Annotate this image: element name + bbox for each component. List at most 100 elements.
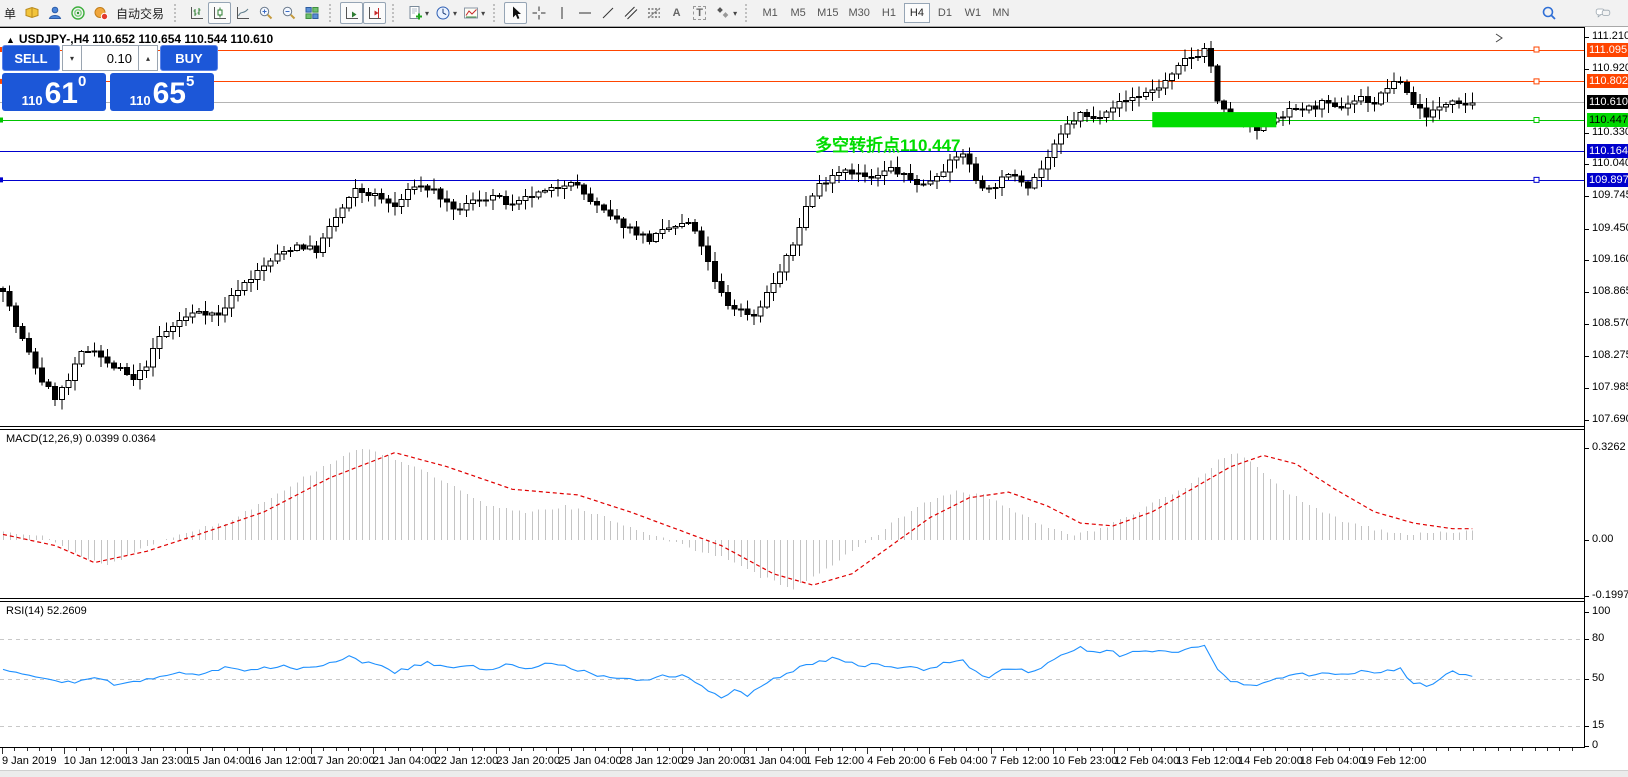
line-handle[interactable] bbox=[1534, 177, 1539, 182]
autotrading-icon[interactable] bbox=[89, 2, 112, 24]
timeframe-m15[interactable]: M15 bbox=[813, 3, 842, 23]
axis-tick-label: 110.040 bbox=[1592, 157, 1628, 170]
buy-button[interactable]: BUY bbox=[160, 45, 218, 71]
trendline-icon[interactable] bbox=[596, 2, 619, 24]
chart-shift-icon[interactable] bbox=[363, 2, 386, 24]
new-order-button[interactable]: 单 bbox=[4, 5, 16, 22]
price-tag[interactable]: 110.802 bbox=[1587, 74, 1628, 88]
axis-tick-dash bbox=[1585, 133, 1589, 134]
candlestick-icon[interactable] bbox=[208, 2, 231, 24]
mt4-window: 单 自动交易 ▾ ▾ ▾ bbox=[0, 0, 1628, 776]
rsi-line bbox=[3, 645, 1472, 698]
zoom-in-icon[interactable] bbox=[254, 2, 277, 24]
zoom-out-icon[interactable] bbox=[277, 2, 300, 24]
user-icon[interactable] bbox=[43, 2, 66, 24]
volume-input[interactable] bbox=[82, 45, 138, 71]
vertical-line-icon[interactable] bbox=[550, 2, 573, 24]
price-tag[interactable]: 110.610 bbox=[1587, 95, 1628, 109]
price-tag[interactable]: 110.164 bbox=[1587, 144, 1628, 158]
sell-price-box[interactable]: 110610 bbox=[2, 73, 106, 111]
axis-tick-label: 109.160 bbox=[1592, 253, 1628, 266]
bar-chart-icon[interactable] bbox=[185, 2, 208, 24]
axis-tick-label: 108.865 bbox=[1592, 285, 1628, 298]
period-clock-icon[interactable] bbox=[431, 2, 454, 24]
time-axis-label: 18 Feb 04:00 bbox=[1300, 755, 1365, 767]
rsi-chart[interactable] bbox=[0, 602, 1584, 747]
timeframe-d1[interactable]: D1 bbox=[932, 3, 958, 23]
buy-price-box[interactable]: 110655 bbox=[110, 73, 214, 111]
level-lines bbox=[0, 51, 1584, 181]
time-axis-label: 21 Jan 04:00 bbox=[373, 755, 437, 767]
toolbar-separator bbox=[745, 4, 752, 22]
timeframe-w1[interactable]: W1 bbox=[960, 3, 986, 23]
candlestick-chart[interactable] bbox=[0, 28, 1584, 426]
scroll-to-end-marker[interactable] bbox=[1494, 33, 1504, 43]
dropdown-caret-icon[interactable]: ▾ bbox=[453, 9, 457, 18]
chat-icon[interactable] bbox=[1588, 2, 1618, 24]
text-label-icon[interactable]: T bbox=[688, 2, 711, 24]
line-handle[interactable] bbox=[1534, 47, 1539, 52]
price-axis[interactable]: 111.210110.920110.330110.040109.745109.4… bbox=[1584, 27, 1628, 748]
time-axis-label: 22 Jan 12:00 bbox=[435, 755, 499, 767]
signal-icon[interactable] bbox=[66, 2, 89, 24]
autotrading-button[interactable]: 自动交易 bbox=[116, 5, 164, 22]
channel-icon[interactable] bbox=[619, 2, 642, 24]
volume-increase-button[interactable]: ▴ bbox=[138, 45, 158, 71]
macd-pane: MACD(12,26,9) 0.0399 0.0364 bbox=[0, 429, 1585, 599]
axis-tick-label: 0.00 bbox=[1592, 533, 1613, 546]
time-axis-label: 28 Jan 12:00 bbox=[620, 755, 684, 767]
text-icon[interactable]: A bbox=[665, 2, 688, 24]
fibonacci-icon[interactable] bbox=[642, 2, 665, 24]
timeframe-m30[interactable]: M30 bbox=[845, 3, 874, 23]
axis-tick-label: 80 bbox=[1592, 632, 1604, 645]
toolbar-group-chart-type bbox=[185, 0, 323, 26]
timeframe-m5[interactable]: M5 bbox=[785, 3, 811, 23]
price-pane: ▲USDJPY-,H4 110.652 110.654 110.544 110.… bbox=[0, 27, 1585, 427]
crosshair-icon[interactable] bbox=[527, 2, 550, 24]
line-handle[interactable] bbox=[1534, 118, 1539, 123]
line-handle[interactable] bbox=[1534, 79, 1539, 84]
axis-tick-dash bbox=[1585, 196, 1589, 197]
timeframe-m1[interactable]: M1 bbox=[757, 3, 783, 23]
time-axis-label: 25 Jan 04:00 bbox=[558, 755, 622, 767]
dropdown-caret-icon[interactable]: ▾ bbox=[733, 9, 737, 18]
sell-button[interactable]: SELL bbox=[2, 45, 60, 71]
price-tag[interactable]: 111.095 bbox=[1587, 43, 1628, 57]
time-axis-label: 1 Feb 12:00 bbox=[805, 755, 864, 767]
add-indicator-icon[interactable] bbox=[403, 2, 426, 24]
axis-tick-dash bbox=[1585, 746, 1589, 747]
axis-tick-dash bbox=[1585, 420, 1589, 421]
dropdown-caret-icon[interactable]: ▾ bbox=[481, 9, 485, 18]
timeframe-h4[interactable]: H4 bbox=[904, 3, 930, 23]
time-axis-label: 16 Jan 12:00 bbox=[249, 755, 313, 767]
macd-chart[interactable] bbox=[0, 430, 1584, 598]
toolbar-group-drawing: A T ▾ bbox=[504, 0, 739, 26]
price-tag[interactable]: 110.447 bbox=[1587, 113, 1628, 127]
arrows-icon[interactable] bbox=[711, 2, 734, 24]
time-axis[interactable]: 9 Jan 201910 Jan 12:0013 Jan 23:0015 Jan… bbox=[0, 748, 1628, 770]
template-icon[interactable] bbox=[459, 2, 482, 24]
cursor-icon[interactable] bbox=[504, 2, 527, 24]
buy-price-prefix: 110 bbox=[130, 93, 151, 108]
line-chart-icon[interactable] bbox=[231, 2, 254, 24]
volume-decrease-button[interactable]: ▾ bbox=[62, 45, 82, 71]
toolbar-group-main: 单 自动交易 bbox=[0, 0, 168, 26]
time-axis-label: 15 Jan 04:00 bbox=[187, 755, 251, 767]
timeframe-mn[interactable]: MN bbox=[988, 3, 1014, 23]
sell-price-prefix: 110 bbox=[22, 93, 43, 108]
pivot-annotation[interactable]: 多空转折点110.447 bbox=[815, 131, 961, 156]
timeframe-h1[interactable]: H1 bbox=[876, 3, 902, 23]
toolbar-group-scroll bbox=[340, 0, 386, 26]
axis-tick-label: 0.3262 bbox=[1592, 441, 1626, 454]
chart-title: ▲USDJPY-,H4 110.652 110.654 110.544 110.… bbox=[6, 32, 273, 46]
time-axis-label: 4 Feb 20:00 bbox=[867, 755, 926, 767]
tile-windows-icon[interactable] bbox=[300, 2, 323, 24]
price-tag[interactable]: 109.897 bbox=[1587, 173, 1628, 187]
horizontal-line-icon[interactable] bbox=[573, 2, 596, 24]
search-icon[interactable] bbox=[1537, 2, 1560, 24]
dropdown-caret-icon[interactable]: ▾ bbox=[425, 9, 429, 18]
auto-scroll-icon[interactable] bbox=[340, 2, 363, 24]
book-icon[interactable] bbox=[20, 2, 43, 24]
highlight-rectangle[interactable] bbox=[1152, 112, 1276, 127]
chart-title-text: USDJPY-,H4 110.652 110.654 110.544 110.6… bbox=[19, 32, 273, 46]
